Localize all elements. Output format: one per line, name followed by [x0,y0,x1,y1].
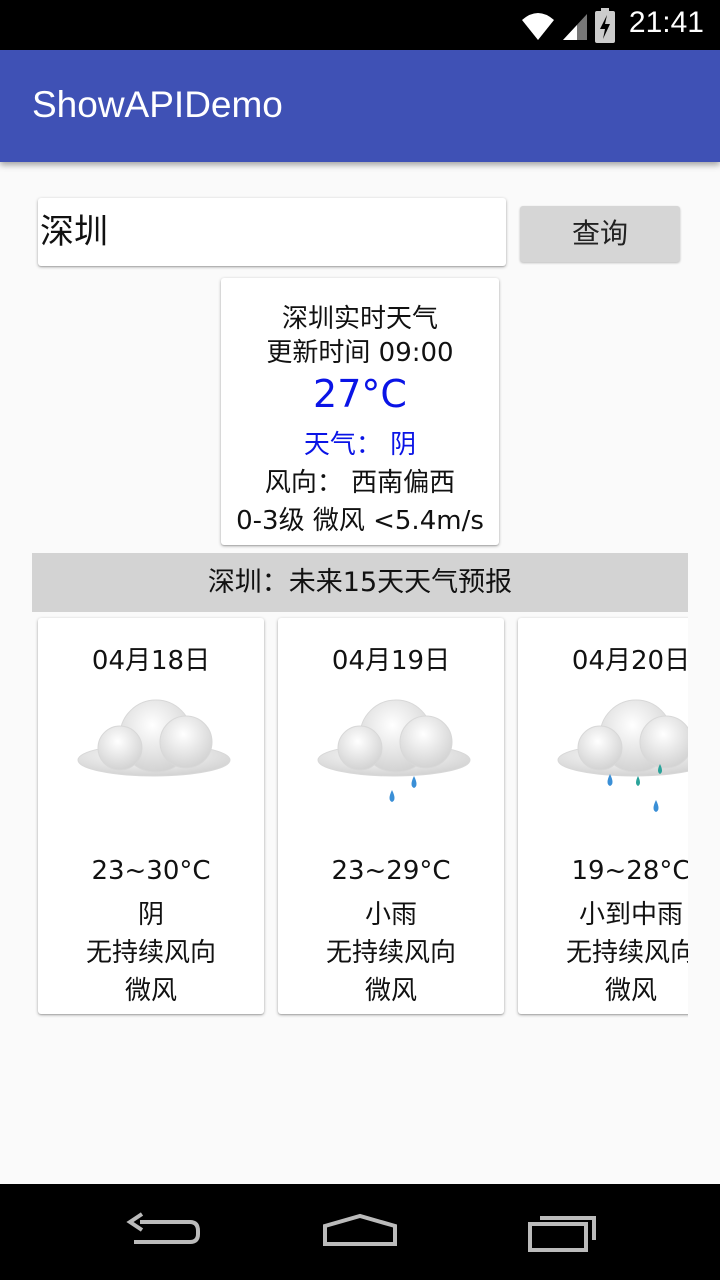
forecast-list[interactable]: 04月18日 23~30°C 阴 无持续风向 微风 04月19日 23~29°C… [32,612,688,1032]
forecast-wind-power: 微风 [124,976,177,1006]
forecast-temp-range: 23~30°C [91,856,211,886]
forecast-weather: 阴 [137,900,164,930]
navigation-bar [0,1184,720,1280]
app-bar: ShowAPIDemo [0,50,720,162]
wind-direction: 风向： 西南偏西 [264,468,456,498]
query-button[interactable]: 查询 [520,206,680,262]
forecast-weather: 小雨 [364,900,417,930]
moderate-rain-icon [557,699,688,812]
clock: 21:41 [628,6,704,39]
cloudy-icon [77,699,231,777]
recent-apps-icon[interactable] [518,1204,608,1260]
wind-power: 0-3级 微风 <5.4m/s [236,506,484,536]
forecast-day-card[interactable]: 04月20日 19~28°C 小到中雨 无持续风向 微风 [518,618,688,1014]
forecast-wind-direction: 无持续风向 [325,938,456,968]
back-icon[interactable] [120,1204,210,1260]
forecast-date: 04月19日 [331,646,451,676]
status-bar: 21:41 [0,0,720,50]
home-icon[interactable] [315,1204,405,1260]
forecast-weather: 小到中雨 [578,900,683,930]
forecast-wind-power: 微风 [364,976,417,1006]
forecast-wind-direction: 无持续风向 [85,938,216,968]
forecast-date: 04月18日 [91,646,211,676]
forecast-temp-range: 19~28°C [571,856,688,886]
status-icons [520,8,616,44]
current-temperature: 27°C [313,372,407,416]
current-weather: 天气： 阴 [303,430,417,460]
wifi-icon [521,13,554,40]
app-title: ShowAPIDemo [32,84,283,125]
forecast-wind-direction: 无持续风向 [565,938,688,968]
battery-charging-icon [595,8,615,43]
light-rain-icon [317,699,471,802]
realtime-title: 深圳实时天气 [281,304,438,334]
cell-signal-icon [562,14,587,40]
forecast-temp-range: 23~29°C [331,856,451,886]
forecast-header: 深圳：未来15天天气预报 [32,553,688,612]
forecast-date: 04月20日 [571,646,688,676]
forecast-wind-power: 微风 [604,976,657,1006]
update-time: 更新时间 09:00 [266,338,454,368]
city-input[interactable]: 深圳 [38,198,506,266]
forecast-day-card[interactable]: 04月19日 23~29°C 小雨 无持续风向 微风 [278,618,504,1014]
realtime-weather-card: 深圳实时天气 更新时间 09:00 27°C 天气： 阴 风向： 西南偏西 0-… [221,278,499,545]
forecast-day-card[interactable]: 04月18日 23~30°C 阴 无持续风向 微风 [38,618,264,1014]
